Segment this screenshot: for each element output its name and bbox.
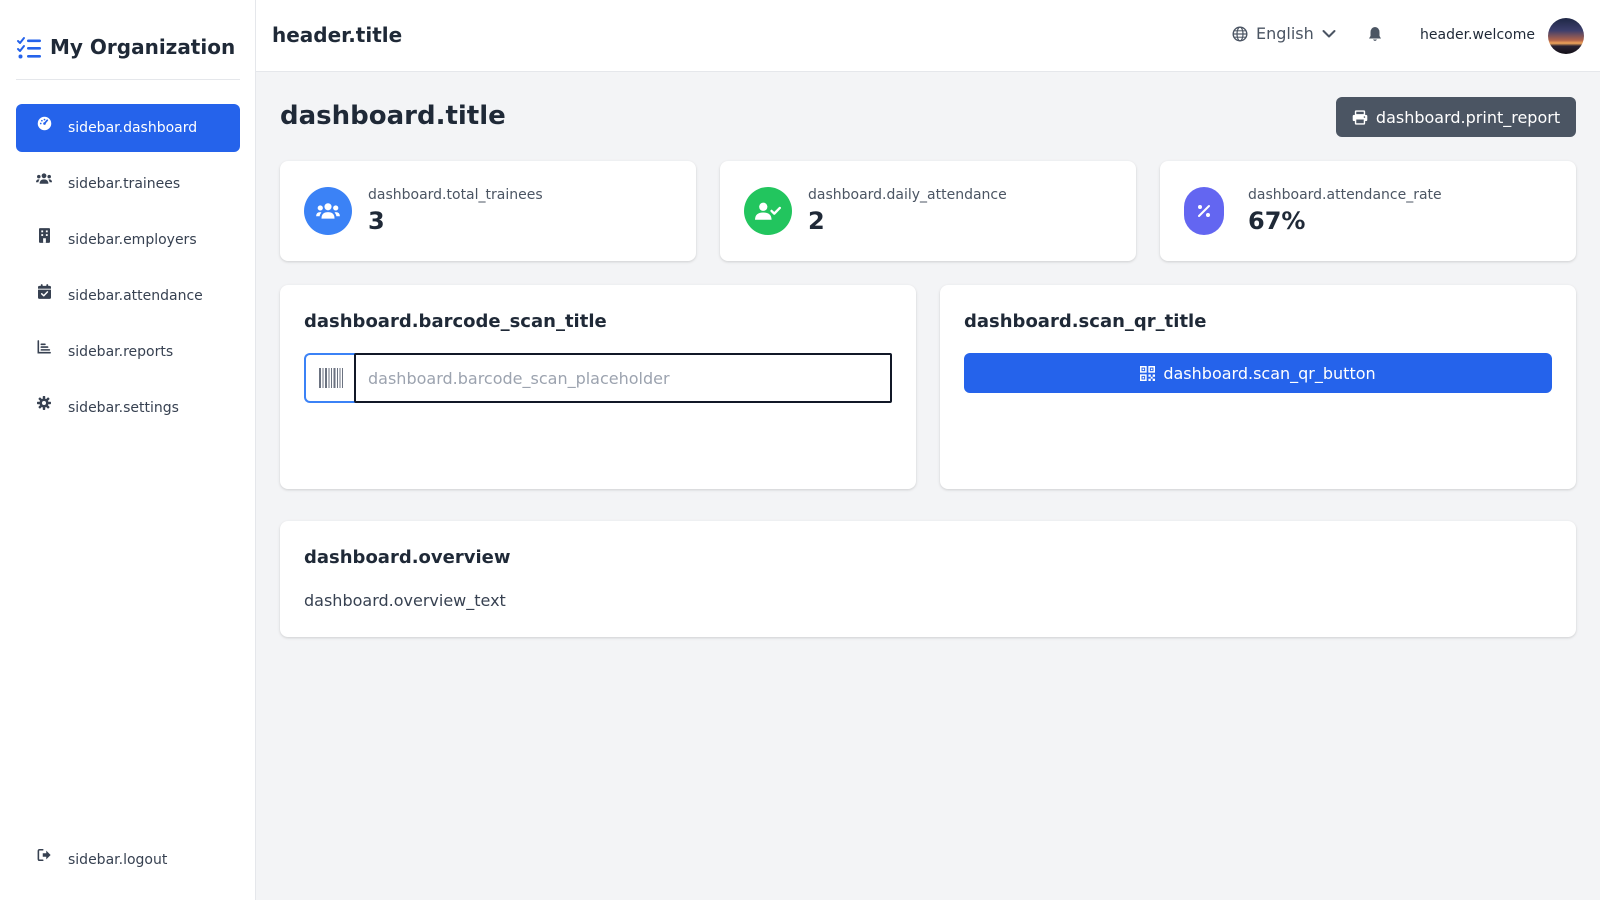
sidebar-item-label: sidebar.employers [68,232,197,248]
sidebar-item-settings[interactable]: sidebar.settings [16,384,240,432]
users-icon [36,171,52,187]
sidebar-item-label: sidebar.dashboard [68,120,198,136]
scan-qr-button[interactable]: dashboard.scan_qr_button [964,353,1552,393]
barcode-scan-card: dashboard.barcode_scan_title [280,285,916,489]
task-list-icon [17,37,41,59]
scan-qr-label: dashboard.scan_qr_button [1163,363,1376,383]
sidebar-item-trainees[interactable]: sidebar.trainees [16,160,240,208]
chevron-down-icon [1322,29,1336,37]
stat-label: dashboard.attendance_rate [1248,187,1442,203]
logout-button[interactable]: sidebar.logout [16,836,240,884]
sidebar-item-label: sidebar.trainees [68,176,181,192]
sidebar-item-attendance[interactable]: sidebar.attendance [16,272,240,320]
stat-value: 67% [1248,207,1306,235]
stat-card-total-trainees: dashboard.total_trainees 3 [280,161,696,261]
qr-scan-title: dashboard.scan_qr_title [964,311,1207,332]
stat-card-daily-attendance: dashboard.daily_attendance 2 [720,161,1136,261]
gauge-icon [36,115,52,131]
qr-scan-card: dashboard.scan_qr_title dashboard.scan_q… [940,285,1576,489]
barcode-icon [304,353,356,403]
sidebar-item-reports[interactable]: sidebar.reports [16,328,240,376]
language-label: English [1256,24,1314,43]
users-icon [316,202,340,219]
sidebar-logout: sidebar.logout [16,836,240,892]
sidebar-item-employers[interactable]: sidebar.employers [16,216,240,264]
barcode-scan-box [304,353,892,403]
chart-icon [36,339,52,355]
logout-icon [36,847,52,863]
stat-label: dashboard.total_trainees [368,187,543,203]
stat-card-attendance-rate: dashboard.attendance_rate 67% [1160,161,1576,261]
calendar-check-icon [36,283,52,299]
user-check-icon [755,202,781,220]
header-title: header.title [272,23,403,47]
sidebar: My Organization sidebar.dashboard sideba… [0,0,256,900]
building-icon [36,227,52,243]
overview-text: dashboard.overview_text [304,591,506,610]
sidebar-item-label: sidebar.attendance [68,288,203,304]
stat-icon-circle [744,187,792,235]
top-header: header.title English header.welcome [256,0,1600,72]
sidebar-item-label: sidebar.reports [68,344,174,360]
page-title: dashboard.title [280,101,506,131]
stat-value: 2 [808,207,825,235]
globe-icon [1232,25,1248,42]
avatar[interactable] [1548,18,1584,54]
brand: My Organization [16,24,240,80]
overview-card: dashboard.overview dashboard.overview_te… [280,521,1576,637]
stat-label: dashboard.daily_attendance [808,187,1007,203]
logout-label: sidebar.logout [68,852,168,868]
barcode-scan-input[interactable] [354,353,892,403]
sidebar-item-label: sidebar.settings [68,400,179,416]
print-report-label: dashboard.print_report [1375,107,1561,127]
stat-value: 3 [368,207,385,235]
brand-title: My Organization [50,35,236,59]
welcome-text: header.welcome [1420,27,1535,43]
overview-title: dashboard.overview [304,547,511,568]
bell-icon[interactable] [1368,26,1382,42]
printer-icon [1352,109,1368,125]
sidebar-item-dashboard[interactable]: sidebar.dashboard [16,104,240,152]
sidebar-nav: sidebar.dashboard sidebar.trainees sideb… [16,104,240,440]
gear-icon [36,395,52,411]
language-selector[interactable]: English [1232,24,1336,43]
percent-icon [1198,205,1210,217]
print-report-button[interactable]: dashboard.print_report [1336,97,1576,137]
stat-icon-circle [1184,187,1224,235]
qrcode-icon [1140,365,1156,381]
stat-icon-circle [304,187,352,235]
barcode-scan-title: dashboard.barcode_scan_title [304,311,607,332]
